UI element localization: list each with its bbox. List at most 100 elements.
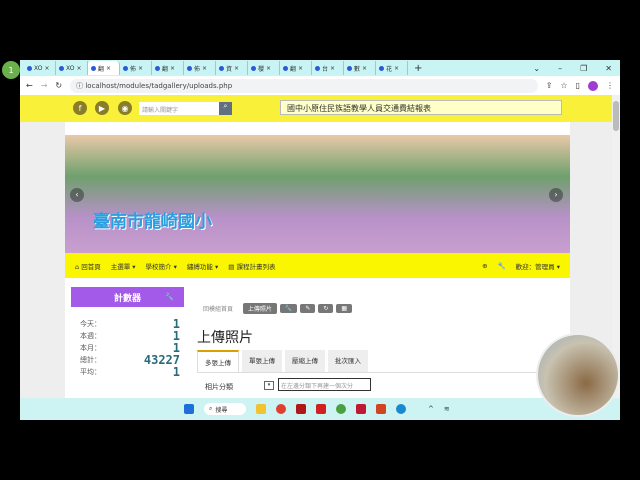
favicon-icon: [123, 65, 128, 71]
tab-label: 翻: [162, 65, 169, 73]
browser-tab[interactable]: 翻 ×: [280, 61, 312, 75]
minimize-icon[interactable]: –: [558, 64, 562, 73]
browser-tab[interactable]: 台 ×: [312, 61, 344, 75]
chrome-icon[interactable]: [276, 404, 286, 414]
next-slide-icon[interactable]: ›: [549, 188, 563, 202]
facebook-icon[interactable]: f: [73, 101, 87, 115]
new-tab-button[interactable]: +: [414, 63, 422, 74]
edit-icon[interactable]: ✎: [300, 304, 316, 313]
browser-tab[interactable]: XO ×: [56, 61, 88, 75]
banner-slideshow: 臺南市龍崎國小 ‹ ›: [65, 135, 570, 253]
table-icon[interactable]: ▦: [336, 304, 353, 313]
nav-label: 回首頁: [81, 262, 101, 271]
tray-chevron-icon[interactable]: ^: [428, 405, 434, 413]
app-icon[interactable]: [316, 404, 326, 414]
favicon-icon: [59, 65, 64, 71]
favicon-icon: [347, 65, 352, 71]
mcafee-icon[interactable]: [356, 404, 366, 414]
tab-label: 花: [386, 65, 393, 73]
tab-list-icon[interactable]: ⌄: [533, 64, 540, 73]
taskbar: ⌕ 搜尋 ^ ≋: [20, 398, 620, 420]
counter-label: 總計：: [80, 356, 101, 364]
powerpoint-icon[interactable]: [376, 404, 386, 414]
upload-tabs: 多張上傳 單張上傳 壓縮上傳 批次匯入: [197, 350, 368, 372]
browser-tab[interactable]: 櫻 ×: [248, 61, 280, 75]
url-field[interactable]: ⓘ localhost/modules/tadgallery/uploads.p…: [70, 78, 538, 93]
back-icon[interactable]: ←: [26, 81, 33, 90]
overlay-badge: 1: [2, 61, 20, 79]
taskbar-search[interactable]: ⌕ 搜尋: [204, 403, 246, 415]
wrench-icon[interactable]: 🔧: [498, 262, 506, 270]
close-icon[interactable]: ✕: [605, 64, 612, 73]
new-category-input[interactable]: 在左邊分類下再建一個次分: [278, 378, 371, 391]
search-button[interactable]: ⌕: [219, 102, 232, 115]
browser-tab[interactable]: 翻 ×: [152, 61, 184, 75]
tab-label: 櫻: [258, 65, 265, 73]
tab-zip-upload[interactable]: 壓縮上傳: [285, 350, 325, 372]
upload-photo-button[interactable]: 上傳照片: [242, 303, 277, 314]
rss-icon[interactable]: ◉: [118, 101, 132, 115]
favicon-icon: [187, 65, 192, 71]
reload-icon[interactable]: ↻: [55, 81, 62, 90]
star-icon[interactable]: ☆: [560, 81, 567, 90]
browser-tab[interactable]: 佈 ×: [184, 61, 216, 75]
counter-title: 計數器: [113, 293, 141, 304]
counter-label: 本月：: [80, 344, 101, 352]
counter-row: 今天： 1: [80, 318, 180, 330]
user-menu[interactable]: 歡迎：管理員 ▾: [516, 261, 560, 271]
counter-label: 平均：: [80, 368, 101, 376]
share-icon[interactable]: ⇪: [546, 81, 553, 90]
module-home-link[interactable]: 回模組首頁: [203, 304, 233, 313]
menu-icon[interactable]: ⋮: [606, 81, 614, 90]
add-icon[interactable]: ⊕: [482, 262, 487, 270]
restore-icon[interactable]: ❐: [580, 64, 587, 73]
counter-row: 平均： 1: [80, 366, 180, 378]
url-text: localhost/modules/tadgallery/uploads.php: [85, 81, 233, 90]
tab-multi-upload[interactable]: 多張上傳: [197, 350, 239, 372]
edge-icon[interactable]: [396, 404, 406, 414]
nav-functions[interactable]: 繡縛功能 ▾: [187, 261, 218, 271]
nav-home[interactable]: ⌂ 回首頁: [75, 261, 101, 271]
nav-main-menu[interactable]: 主選單 ▾: [111, 261, 136, 271]
tab-label: XO: [66, 64, 75, 72]
page-title: 上傳照片: [197, 330, 253, 346]
tab-label: 佈: [130, 65, 137, 73]
tab-label: 台: [322, 65, 329, 73]
nav-label: 課程計畫列表: [236, 262, 276, 271]
nav-course-plans[interactable]: ▤ 課程計畫列表: [228, 261, 275, 271]
prev-slide-icon[interactable]: ‹: [70, 188, 84, 202]
browser-tab[interactable]: 佈 ×: [120, 61, 152, 75]
tab-label: 數: [354, 65, 361, 73]
nav-school-intro[interactable]: 學校簡介 ▾: [146, 261, 177, 271]
favicon-icon: [283, 65, 288, 71]
taskbar-search-label: 搜尋: [215, 406, 228, 414]
main-nav: ⌂ 回首頁 主選單 ▾ 學校簡介 ▾ 繡縛功能 ▾ ▤ 課程計畫列表 ⊕ 🔧 歡迎…: [65, 253, 570, 278]
browser-tab[interactable]: 花 ×: [376, 61, 408, 75]
tab-single-upload[interactable]: 單張上傳: [242, 350, 282, 372]
counter-label: 本週：: [80, 332, 101, 340]
marquee-announcement[interactable]: 國中小原住民族語教學人員交通費結報表: [280, 100, 562, 115]
refresh-icon[interactable]: ↻: [318, 304, 334, 313]
mc-icon[interactable]: [296, 404, 306, 414]
sidebar-icon[interactable]: ▯: [576, 81, 580, 90]
youtube-icon[interactable]: ▶: [95, 101, 109, 115]
file-explorer-icon[interactable]: [256, 404, 266, 414]
browser-tab[interactable]: 資 ×: [216, 61, 248, 75]
search-input[interactable]: 請輸入關鍵字: [139, 102, 219, 115]
tab-label: XO: [34, 64, 43, 72]
counter-value: 1: [172, 365, 180, 379]
browser-tab[interactable]: XO ×: [24, 61, 56, 75]
wrench-icon[interactable]: 🔧: [165, 293, 174, 301]
browser-window: XO × XO × 翻 × 佈 × 翻 × 佈 × 資 × 櫻 × 翻 × 台 …: [20, 60, 620, 420]
browser-tab-active[interactable]: 翻 ×: [88, 61, 120, 75]
tab-batch-import[interactable]: 批次匯入: [328, 350, 368, 372]
profile-avatar[interactable]: [588, 80, 598, 91]
address-bar-row: ← → ↻ ⓘ localhost/modules/tadgallery/uploa…: [20, 76, 620, 95]
chrome-profile-icon[interactable]: [336, 404, 346, 414]
start-icon[interactable]: [184, 404, 194, 414]
forward-icon[interactable]: →: [41, 81, 48, 90]
browser-tab[interactable]: 數 ×: [344, 61, 376, 75]
category-select[interactable]: ▾: [264, 381, 274, 390]
wifi-icon[interactable]: ≋: [444, 405, 450, 413]
wrench-icon[interactable]: 🔧: [279, 304, 298, 313]
